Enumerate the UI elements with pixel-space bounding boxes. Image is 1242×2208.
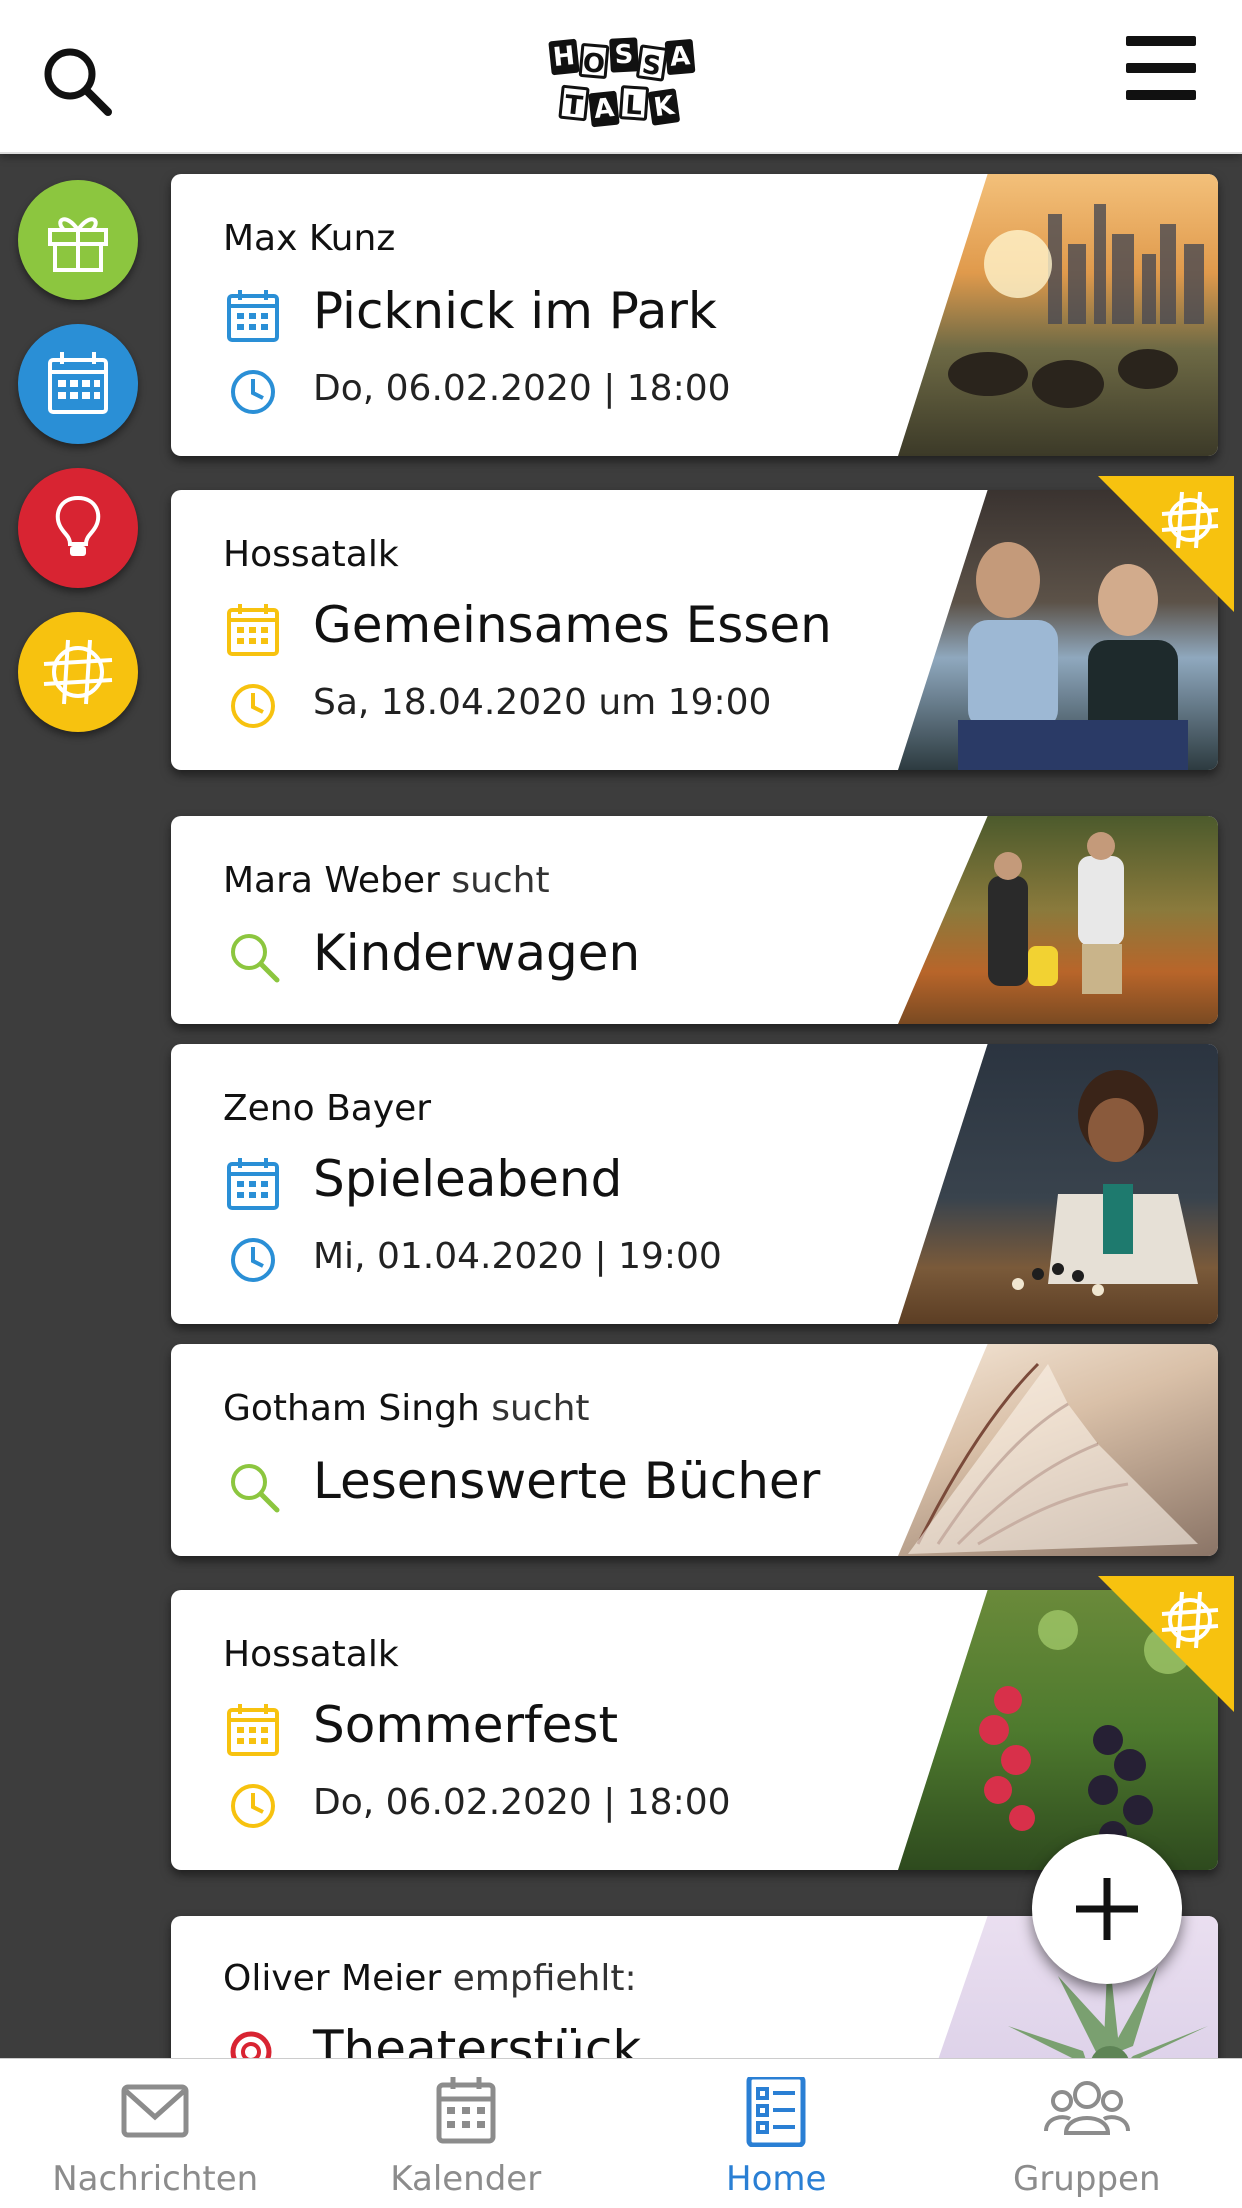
- hossatalk-logo[interactable]: H O S S A T A L K: [546, 36, 698, 130]
- nav-label: Nachrichten: [52, 2159, 259, 2199]
- group-icon: [1042, 2077, 1132, 2147]
- calendar-icon: [225, 602, 281, 658]
- card-author: Hossatalk: [223, 1634, 399, 1675]
- card-date: Sa, 18.04.2020 um 19:00: [313, 682, 772, 723]
- plus-icon: [1076, 1878, 1138, 1940]
- nav-gruppen[interactable]: Gruppen: [932, 2059, 1242, 2208]
- feed-card[interactable]: Hossatalk Sommerfest Do, 06.02.2020 | 18…: [171, 1590, 1218, 1870]
- nav-label: Home: [726, 2159, 827, 2199]
- hossatalk-icon: [43, 639, 113, 705]
- card-title: Spieleabend: [313, 1150, 623, 1208]
- clock-icon: [225, 1232, 281, 1288]
- card-author: Hossatalk: [223, 534, 399, 575]
- nav-label: Gruppen: [1012, 2159, 1161, 2199]
- feed-card[interactable]: Zeno Bayer Spieleabend Mi, 01.04.2020 | …: [171, 1044, 1218, 1324]
- gift-icon: [48, 217, 108, 272]
- nav-label: Kalender: [390, 2159, 542, 2199]
- card-title: Picknick im Park: [313, 282, 717, 340]
- gift-category-button[interactable]: [18, 180, 138, 300]
- add-button[interactable]: [1032, 1834, 1182, 1984]
- bottom-navigation: Nachrichten Kalender Home Gruppen: [0, 2058, 1242, 2208]
- card-date: Do, 06.02.2020 | 18:00: [313, 368, 731, 409]
- card-title: Lesenswerte Bücher: [313, 1452, 821, 1510]
- card-author: Zeno Bayer: [223, 1088, 432, 1129]
- search-icon: [225, 928, 281, 984]
- card-author: Oliver Meier: [223, 1958, 442, 1999]
- clock-icon: [225, 678, 281, 734]
- card-title: Kinderwagen: [313, 924, 641, 982]
- calendar-icon: [421, 2077, 511, 2147]
- calendar-icon: [225, 1702, 281, 1758]
- card-title: Sommerfest: [313, 1696, 619, 1754]
- nav-home[interactable]: Home: [621, 2059, 932, 2208]
- card-author: Gotham Singh: [223, 1388, 480, 1429]
- calendar-category-button[interactable]: [18, 324, 138, 444]
- card-author: Max Kunz: [223, 218, 396, 259]
- search-photo: [898, 816, 1218, 1024]
- calendar-icon: [48, 352, 108, 414]
- card-author-action: sucht: [439, 860, 550, 901]
- calendar-icon: [225, 288, 281, 344]
- clock-icon: [225, 364, 281, 420]
- search-icon: [225, 1458, 281, 1514]
- hamburger-menu-icon[interactable]: [1126, 36, 1204, 102]
- search-photo: [898, 1344, 1218, 1556]
- card-author: Mara Weber: [223, 860, 440, 901]
- envelope-icon: [110, 2077, 200, 2147]
- card-author-action: sucht: [479, 1388, 590, 1429]
- calendar-icon: [225, 1156, 281, 1212]
- app-header: H O S S A T A L K: [0, 0, 1242, 154]
- clock-icon: [225, 1778, 281, 1834]
- card-date: Do, 06.02.2020 | 18:00: [313, 1782, 731, 1823]
- hossatalk-category-button[interactable]: [18, 612, 138, 732]
- event-photo: [898, 1044, 1218, 1324]
- card-date: Mi, 01.04.2020 | 19:00: [313, 1236, 722, 1277]
- list-icon: [731, 2074, 821, 2148]
- card-author-action: empfiehlt:: [441, 1958, 637, 1999]
- feed-card[interactable]: Gotham Singh sucht Lesenswerte Bücher: [171, 1344, 1218, 1556]
- lightbulb-icon: [55, 495, 101, 556]
- search-icon[interactable]: [38, 42, 118, 122]
- feed-card[interactable]: Mara Weber sucht Kinderwagen: [171, 816, 1218, 1024]
- nav-nachrichten[interactable]: Nachrichten: [0, 2059, 311, 2208]
- nav-kalender[interactable]: Kalender: [311, 2059, 622, 2208]
- feed-card[interactable]: Max Kunz Picknick im Park Do, 06.02.2020…: [171, 174, 1218, 456]
- feed-card[interactable]: Hossatalk Gemeinsames Essen Sa, 18.04.20…: [171, 490, 1218, 770]
- event-photo: [898, 174, 1218, 456]
- idea-category-button[interactable]: [18, 468, 138, 588]
- card-title: Gemeinsames Essen: [313, 596, 832, 654]
